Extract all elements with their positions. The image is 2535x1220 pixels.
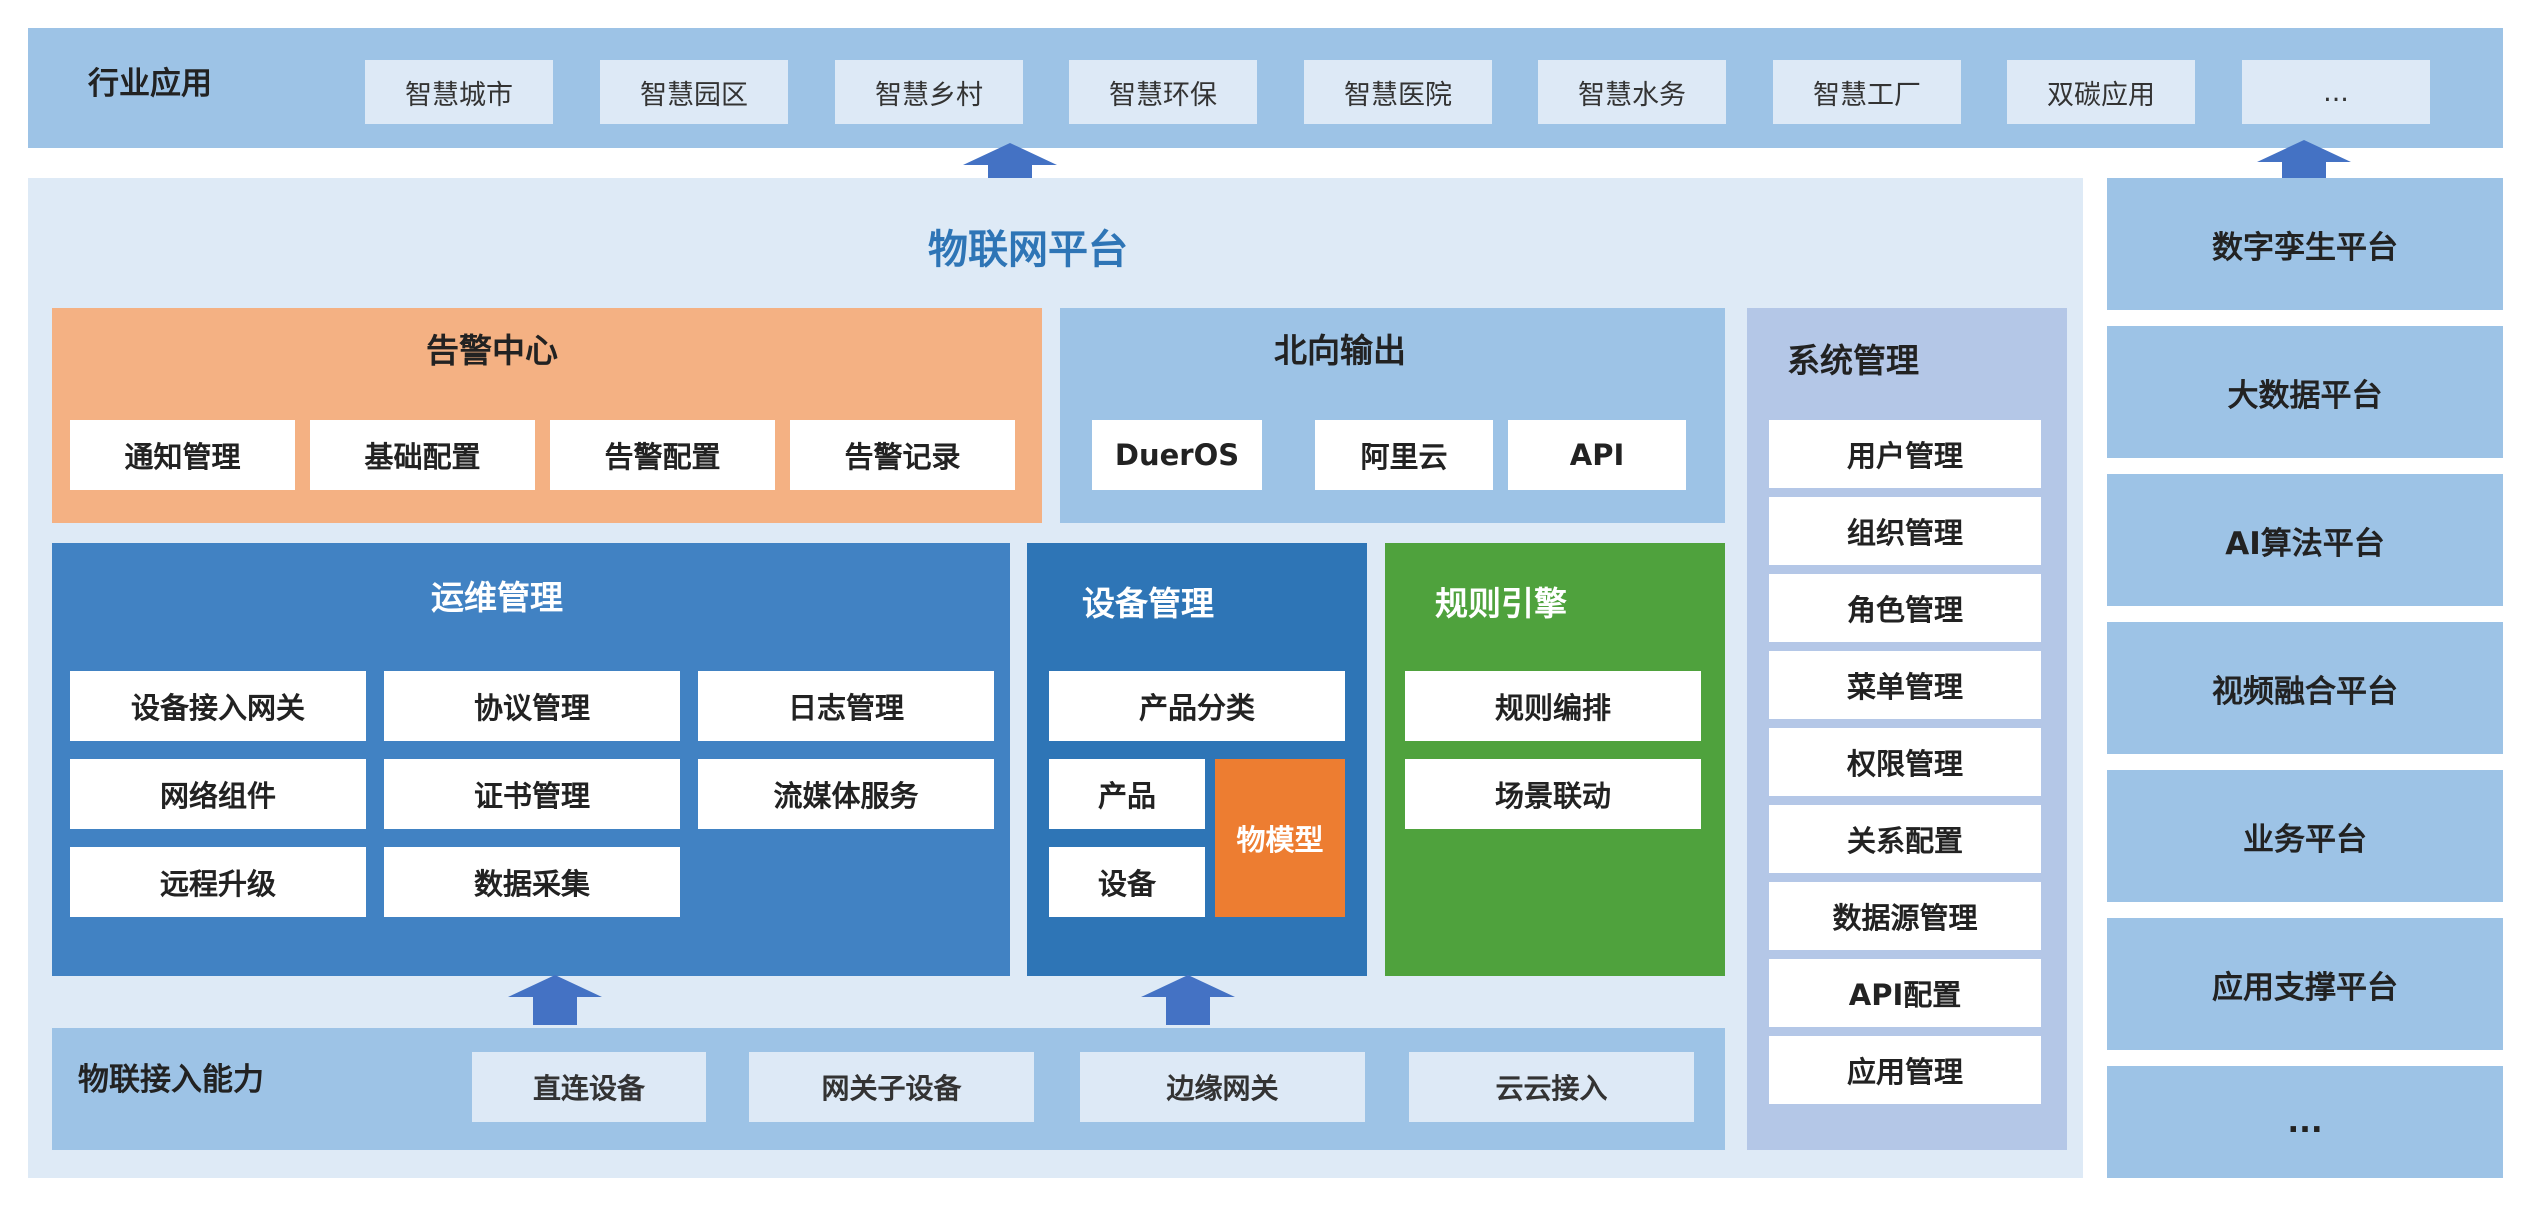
up-arrow-icon	[1138, 975, 1238, 1025]
industry-item: 智慧乡村	[835, 60, 1023, 124]
access-capability-title: 物联接入能力	[78, 1062, 264, 1098]
device-item: 产品	[1049, 759, 1205, 829]
alarm-item: 告警记录	[790, 420, 1015, 490]
system-item: 应用管理	[1769, 1036, 2041, 1104]
rules-item: 场景联动	[1405, 759, 1701, 829]
rules-item: 规则编排	[1405, 671, 1701, 741]
ops-item: 设备接入网关	[70, 671, 366, 741]
up-arrow-icon	[505, 975, 605, 1025]
system-item: 权限管理	[1769, 728, 2041, 796]
industry-item: 智慧环保	[1069, 60, 1257, 124]
northbound-item: 阿里云	[1315, 420, 1493, 490]
ops-item: 协议管理	[384, 671, 680, 741]
industry-bar: 行业应用 智慧城市 智慧园区 智慧乡村 智慧环保 智慧医院 智慧水务 智慧工厂 …	[28, 28, 2503, 148]
side-platform-item: 业务平台	[2107, 770, 2503, 902]
rules-engine-panel: 规则引擎 规则编排 场景联动	[1385, 543, 1725, 976]
alarm-center-title: 告警中心	[426, 331, 558, 370]
system-item: 组织管理	[1769, 497, 2041, 565]
industry-item: 智慧水务	[1538, 60, 1726, 124]
access-item: 云云接入	[1409, 1052, 1694, 1122]
northbound-item: API	[1508, 420, 1686, 490]
platform-title: 物联网平台	[928, 227, 1128, 273]
system-item: 数据源管理	[1769, 882, 2041, 950]
industry-item: 智慧工厂	[1773, 60, 1961, 124]
system-item: 角色管理	[1769, 574, 2041, 642]
alarm-item: 通知管理	[70, 420, 295, 490]
northbound-title: 北向输出	[1274, 331, 1406, 370]
ops-item: 流媒体服务	[698, 759, 994, 829]
industry-item: ...	[2242, 60, 2430, 124]
side-platform-item: ...	[2107, 1066, 2503, 1178]
access-capability-panel: 物联接入能力 直连设备 网关子设备 边缘网关 云云接入	[52, 1028, 1725, 1150]
ops-item: 网络组件	[70, 759, 366, 829]
system-item: API配置	[1769, 959, 2041, 1027]
ops-management-panel: 运维管理 设备接入网关 协议管理 日志管理 网络组件 证书管理 流媒体服务 远程…	[52, 543, 1010, 976]
alarm-center-panel: 告警中心 通知管理 基础配置 告警配置 告警记录	[52, 308, 1042, 523]
side-platform-item: 视频融合平台	[2107, 622, 2503, 754]
access-item: 直连设备	[472, 1052, 706, 1122]
side-platforms-column: 数字孪生平台 大数据平台 AI算法平台 视频融合平台 业务平台 应用支撑平台 .…	[2107, 178, 2503, 1178]
system-management-panel: 系统管理 用户管理 组织管理 角色管理 菜单管理 权限管理 关系配置 数据源管理…	[1747, 308, 2067, 1150]
industry-item: 智慧园区	[600, 60, 788, 124]
side-platform-item: 数字孪生平台	[2107, 178, 2503, 310]
device-item: 设备	[1049, 847, 1205, 917]
device-management-panel: 设备管理 产品分类 产品 设备 物模型	[1027, 543, 1367, 976]
device-item: 产品分类	[1049, 671, 1345, 741]
system-item: 用户管理	[1769, 420, 2041, 488]
system-management-title: 系统管理	[1787, 341, 1919, 380]
ops-item: 日志管理	[698, 671, 994, 741]
alarm-item: 告警配置	[550, 420, 775, 490]
side-platform-item: 大数据平台	[2107, 326, 2503, 458]
access-item: 网关子设备	[749, 1052, 1034, 1122]
thing-model-box: 物模型	[1215, 759, 1345, 917]
system-item: 菜单管理	[1769, 651, 2041, 719]
alarm-item: 基础配置	[310, 420, 535, 490]
side-platform-item: AI算法平台	[2107, 474, 2503, 606]
side-platform-item: 应用支撑平台	[2107, 918, 2503, 1050]
ops-item: 证书管理	[384, 759, 680, 829]
industry-item: 智慧城市	[365, 60, 553, 124]
industry-label: 行业应用	[88, 66, 212, 102]
device-management-title: 设备管理	[1082, 584, 1214, 623]
northbound-panel: 北向输出 DuerOS 阿里云 API	[1060, 308, 1725, 523]
ops-item: 远程升级	[70, 847, 366, 917]
rules-engine-title: 规则引擎	[1435, 584, 1567, 623]
system-item: 关系配置	[1769, 805, 2041, 873]
northbound-item: DuerOS	[1092, 420, 1262, 490]
industry-item: 双碳应用	[2007, 60, 2195, 124]
ops-item: 数据采集	[384, 847, 680, 917]
access-item: 边缘网关	[1080, 1052, 1365, 1122]
industry-item: 智慧医院	[1304, 60, 1492, 124]
ops-management-title: 运维管理	[431, 578, 563, 617]
